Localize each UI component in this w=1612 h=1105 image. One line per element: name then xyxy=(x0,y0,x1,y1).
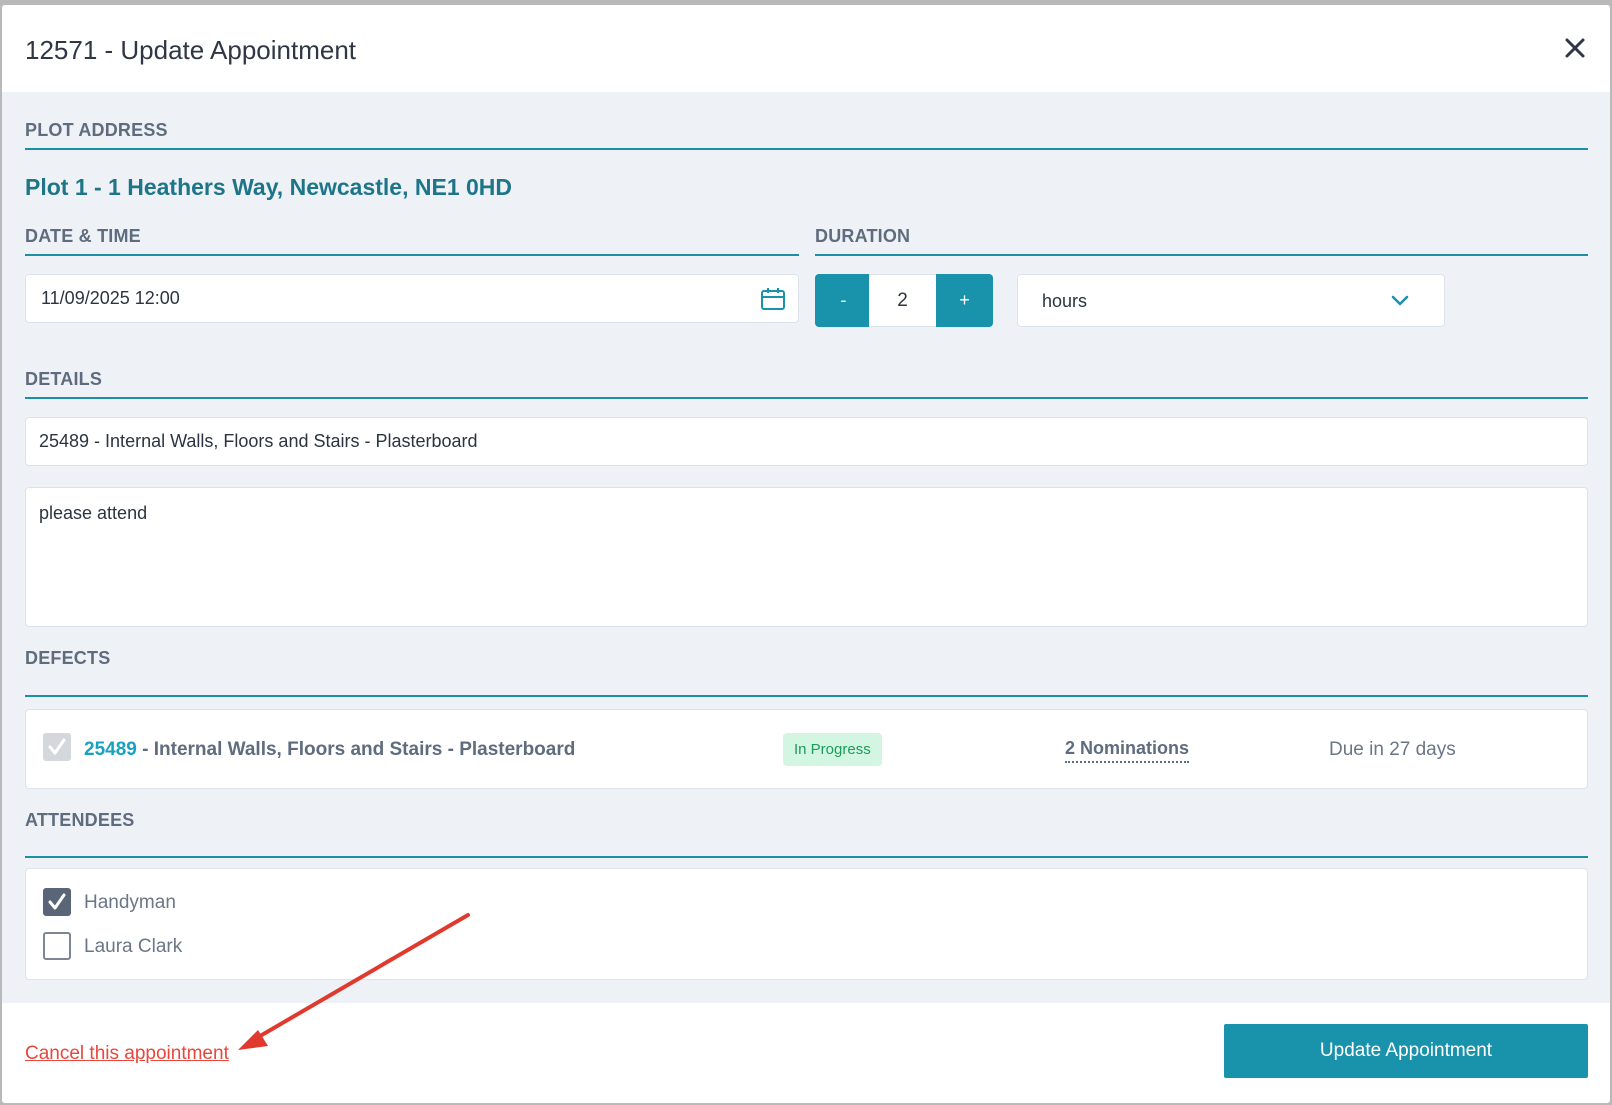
update-appointment-modal: 12571 - Update Appointment PLOT ADDRESS … xyxy=(2,5,1610,1103)
date-time-divider xyxy=(25,254,799,256)
defects-label: DEFECTS xyxy=(25,648,111,668)
date-time-label: DATE & TIME xyxy=(25,226,141,246)
plot-address-label: PLOT ADDRESS xyxy=(25,120,168,140)
defect-id-link[interactable]: 25489 xyxy=(84,739,137,760)
duration-unit-select[interactable]: hours xyxy=(1017,274,1445,327)
plot-address-divider xyxy=(25,148,1588,150)
details-title-input[interactable]: 25489 - Internal Walls, Floors and Stair… xyxy=(25,417,1588,466)
attendees-label: ATTENDEES xyxy=(25,810,135,830)
nominations-link[interactable]: 2 Nominations xyxy=(1065,738,1190,763)
attendees-list xyxy=(25,868,1588,980)
details-divider xyxy=(25,397,1588,399)
details-notes-value: please attend xyxy=(39,503,148,523)
duration-label: DURATION xyxy=(815,226,911,246)
attendee-name-handyman: Handyman xyxy=(84,892,176,913)
defects-divider xyxy=(25,695,1588,697)
status-badge: In Progress xyxy=(783,733,882,766)
duration-value-input[interactable]: 2 xyxy=(869,274,936,327)
date-time-input[interactable]: 11/09/2025 12:00 xyxy=(25,274,799,323)
plot-address: Plot 1 - 1 Heathers Way, Newcastle, NE1 … xyxy=(25,174,513,200)
attendee-name-laura-clark: Laura Clark xyxy=(84,936,183,957)
details-title-value: 25489 - Internal Walls, Floors and Stair… xyxy=(39,431,478,451)
defect-checkbox xyxy=(43,733,71,761)
update-appointment-button[interactable]: Update Appointment xyxy=(1224,1024,1588,1078)
attendee-checkbox-handyman[interactable] xyxy=(43,888,71,916)
modal-header: 12571 - Update Appointment xyxy=(2,5,1610,92)
check-icon xyxy=(48,893,66,910)
details-notes-textarea[interactable]: please attend xyxy=(25,487,1588,627)
check-icon xyxy=(48,738,66,755)
details-label: DETAILS xyxy=(25,369,103,389)
attendees-divider xyxy=(25,856,1588,858)
defect-title: 25489 - Internal Walls, Floors and Stair… xyxy=(84,739,575,761)
modal-title: 12571 - Update Appointment xyxy=(25,35,357,65)
date-time-value: 11/09/2025 12:00 xyxy=(41,288,180,308)
duration-unit-value: hours xyxy=(1042,291,1088,311)
duration-increment-button[interactable]: + xyxy=(936,274,993,327)
due-date-text: Due in 27 days xyxy=(1329,739,1456,760)
duration-decrement-button[interactable]: - xyxy=(815,274,872,327)
duration-divider xyxy=(815,254,1588,256)
chevron-down-icon xyxy=(1391,295,1409,306)
modal-footer: Cancel this appointment Update Appointme… xyxy=(2,1003,1610,1103)
close-icon xyxy=(1565,38,1585,58)
close-button[interactable] xyxy=(1560,33,1590,63)
calendar-icon[interactable] xyxy=(760,287,786,311)
modal-body: PLOT ADDRESS Plot 1 - 1 Heathers Way, Ne… xyxy=(2,92,1610,1003)
defect-description: - Internal Walls, Floors and Stairs - Pl… xyxy=(142,739,576,760)
cancel-appointment-link[interactable]: Cancel this appointment xyxy=(25,1043,229,1065)
attendee-checkbox-laura-clark[interactable] xyxy=(43,932,71,960)
